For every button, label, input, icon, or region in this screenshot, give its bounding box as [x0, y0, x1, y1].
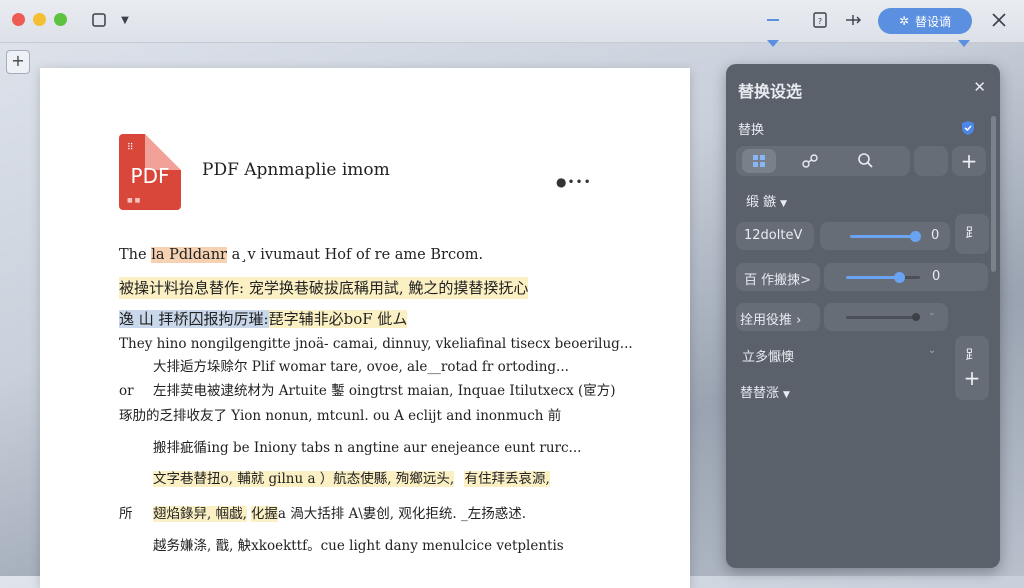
adjust-icon[interactable]: ⻊ — [955, 344, 989, 363]
slider-control[interactable]: 0 — [824, 263, 988, 291]
grid-mode-tab[interactable] — [742, 149, 776, 173]
option-dropdown[interactable]: 百 作搬捒> — [736, 263, 820, 291]
svg-text:?: ? — [818, 17, 822, 26]
chevron-down-icon: ⌄ — [928, 308, 936, 318]
close-window-button[interactable] — [12, 13, 25, 26]
option-dropdown[interactable]: 拴用役推 › — [736, 303, 820, 331]
chevron-down-icon: ▼ — [783, 390, 790, 400]
panel-close-icon[interactable]: ✕ — [973, 78, 986, 96]
sidebar-toggle-icon[interactable] — [91, 12, 107, 28]
chevron-down-icon[interactable]: ⌄ — [928, 345, 936, 356]
empty-tab[interactable] — [914, 146, 948, 176]
pdf-file-icon: ⠿ PDF ■ ■ — [119, 134, 181, 210]
pointer-marker — [767, 40, 779, 47]
rule-dropdown[interactable]: 缎 鏃 ▼ — [746, 191, 787, 210]
highlighted-line: 逸 山 拝桥囚报拘厉璀:琵字辅非必boF 佌ム — [119, 310, 408, 328]
value-field[interactable]: 12dolteV — [736, 222, 814, 250]
more-options-icon[interactable]: ●••• — [556, 175, 592, 189]
slider-knob[interactable] — [912, 313, 920, 321]
text-line: 大排逅方垛赊尔 Plif womar tare, ovoe, ale__rota… — [153, 359, 569, 375]
slider-control[interactable]: 0 — [820, 222, 950, 250]
text-line: 左排荬电被逮统材为 Artuite 鏨 oingtrst maian, Inqu… — [153, 383, 616, 399]
slider-knob[interactable] — [894, 272, 906, 283]
document-title: PDF Apnmaplie imom — [202, 160, 390, 180]
highlighted-line: 文字巷替扭o, 輔就 gilnu a ）航态使縣, 殉鄉远头, 有住拜丢哀源, — [153, 471, 550, 487]
replace-settings-label: 替设谪 — [915, 14, 952, 29]
slider-control[interactable]: ⌄ — [824, 303, 948, 331]
add-button[interactable]: + — [6, 50, 30, 74]
adjust-icon[interactable]: ⻊ — [955, 214, 989, 254]
document-page: ⠿ PDF ■ ■ PDF Apnmaplie imom ●••• The la… — [40, 68, 690, 588]
panel-scrollbar[interactable] — [991, 116, 996, 272]
text-line: 琢肋的乏排收友了 Yion nonun, mtcunl. ou A eclijt… — [119, 408, 562, 424]
sparkle-icon: ✲ — [898, 14, 910, 28]
shield-icon[interactable] — [960, 120, 976, 136]
pdf-icon-label: PDF — [130, 164, 170, 188]
text-line: or — [119, 383, 134, 399]
rule-dropdown[interactable]: 替替涨 ▼ — [740, 382, 790, 401]
close-icon[interactable] — [990, 11, 1008, 29]
text-line: The la Pdldanr a¸v ivumaut Hof of re ame… — [119, 247, 484, 263]
move-icon[interactable] — [844, 11, 862, 29]
slider-value: 0 — [932, 269, 941, 284]
chevron-down-icon: ▼ — [780, 199, 788, 209]
highlighted-line: 被操计料抬息替作: 宠学换巷破拔底稱用試, 鮸之的摸替揆抚心 — [119, 277, 529, 299]
add-icon[interactable]: + — [955, 366, 989, 390]
link-mode-icon[interactable] — [800, 151, 820, 171]
text-line: 所 — [119, 506, 133, 522]
text-line: 搬排疵循ing be Iniony tabs n angtine aur ene… — [153, 440, 582, 456]
highlighted-line: 翅焰錄舁, 帼戯, 化握a 渦大括排 A\婁创, 观化拒统. _左扬惑述. — [153, 506, 527, 522]
text-line: They hino nongilgengitte jnoä- camai, di… — [119, 336, 633, 352]
panel-title: 替换设选 — [738, 82, 803, 101]
pointer-marker — [958, 40, 970, 47]
text-line: 越务嫌涤, 戬, 觖xkoekttf。cue light dany menulc… — [153, 538, 564, 554]
chevron-down-icon[interactable]: ▼ — [118, 12, 132, 30]
minus-icon[interactable] — [766, 11, 780, 29]
search-icon[interactable] — [856, 151, 876, 171]
option-label: 立多懨懊 — [742, 350, 795, 365]
section-label: 替换 — [738, 123, 765, 138]
replace-settings-panel: 替换设选 ✕ 替换 + 缎 鏃 ▼ 12dolteV 0 ⻊ 百 作搬捒> 0 … — [726, 64, 1000, 568]
page-icon[interactable]: ? — [812, 11, 828, 29]
slider-knob[interactable] — [909, 231, 921, 242]
side-tool-group: ⻊ + — [955, 336, 989, 400]
mode-tab-group — [736, 146, 910, 176]
zoom-window-button[interactable] — [54, 13, 67, 26]
title-bar: ▼ ? ✲ 替设谪 — [0, 0, 1024, 43]
minimize-window-button[interactable] — [33, 13, 46, 26]
slider-value: 0 — [931, 228, 940, 243]
replace-settings-button[interactable]: ✲ 替设谪 — [878, 8, 972, 34]
add-rule-button[interactable]: + — [952, 146, 986, 176]
